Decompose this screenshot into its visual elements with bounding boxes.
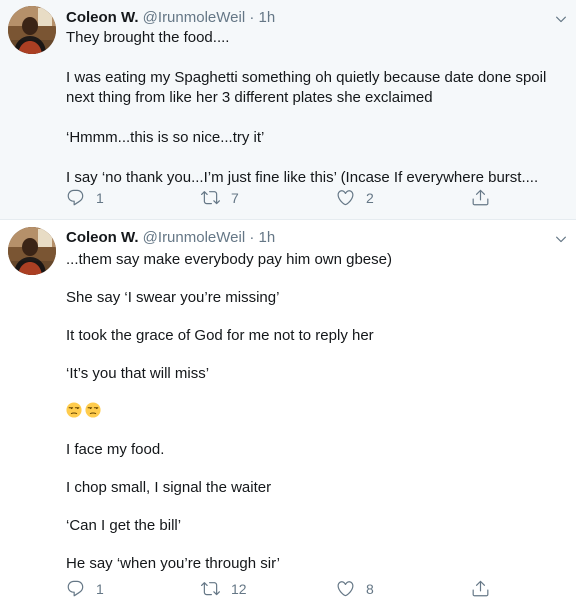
like-count: 2	[366, 189, 374, 206]
author-name[interactable]: Coleon W.	[66, 9, 139, 26]
retweet-icon	[201, 579, 220, 598]
avatar[interactable]	[8, 227, 56, 275]
avatar-image	[8, 6, 56, 54]
tweet-line: ...them say make everybody pay him own g…	[66, 251, 392, 268]
avatar-image	[8, 227, 56, 275]
separator-dot: ·	[249, 9, 255, 26]
retweet-count: 7	[231, 189, 239, 206]
like-icon	[336, 579, 355, 598]
chevron-down-icon[interactable]	[554, 232, 568, 246]
tweet-line: He say ‘when you’re through sir’	[66, 555, 280, 572]
tweet-text: They brought the food.... I was eating m…	[66, 28, 556, 188]
tweet-line: It took the grace of God for me not to r…	[66, 327, 374, 344]
retweet-icon	[201, 188, 220, 207]
timestamp[interactable]: 1h	[259, 9, 276, 26]
tweet-line: They brought the food....	[66, 29, 230, 46]
tweet-line: I was eating my Spaghetti something oh q…	[66, 69, 547, 86]
tweet-actions: 1 7 2	[66, 188, 536, 210]
tweet-line: She say ‘I swear you’re missing’	[66, 289, 280, 306]
tweet-line: ‘Hmmm...this is so nice...try it’	[66, 129, 265, 146]
avatar[interactable]	[8, 6, 56, 54]
author-name[interactable]: Coleon W.	[66, 229, 139, 246]
author-handle[interactable]: @IrunmoleWeil	[143, 229, 245, 246]
tweet[interactable]: Coleon W. @IrunmoleWeil · 1h ...them say…	[0, 220, 576, 599]
reply-count: 1	[96, 189, 104, 206]
author-handle[interactable]: @IrunmoleWeil	[143, 9, 245, 26]
unamused-face-icon	[66, 402, 82, 418]
tweet-actions: 1 12 8	[66, 579, 536, 601]
share-icon	[471, 188, 490, 207]
reply-icon	[66, 188, 85, 207]
tweet-header: Coleon W. @IrunmoleWeil · 1h	[66, 228, 275, 248]
share-icon	[471, 579, 490, 598]
tweet-header: Coleon W. @IrunmoleWeil · 1h	[66, 8, 275, 28]
reply-icon	[66, 579, 85, 598]
reply-count: 1	[96, 580, 104, 597]
like-count: 8	[366, 580, 374, 597]
emoji-line	[66, 402, 556, 422]
separator-dot: ·	[249, 229, 255, 246]
share-button[interactable]	[471, 579, 490, 598]
retweet-button[interactable]: 7	[201, 188, 239, 207]
share-button[interactable]	[471, 188, 490, 207]
tweet-line: I chop small, I signal the waiter	[66, 479, 272, 496]
timestamp[interactable]: 1h	[259, 229, 276, 246]
tweet-line: I face my food.	[66, 441, 165, 458]
like-button[interactable]: 2	[336, 188, 374, 207]
retweet-count: 12	[231, 580, 247, 597]
tweet-line: ‘Can I get the bill’	[66, 517, 182, 534]
tweet-line: ‘It’s you that will miss’	[66, 365, 210, 382]
like-icon	[336, 188, 355, 207]
tweet-line: next thing from like her 3 different pla…	[66, 89, 433, 106]
reply-button[interactable]: 1	[66, 188, 104, 207]
unamused-face-icon	[85, 402, 101, 418]
like-button[interactable]: 8	[336, 579, 374, 598]
reply-button[interactable]: 1	[66, 579, 104, 598]
retweet-button[interactable]: 12	[201, 579, 247, 598]
chevron-down-icon[interactable]	[554, 12, 568, 26]
tweet[interactable]: Coleon W. @IrunmoleWeil · 1h They brough…	[0, 0, 576, 220]
tweet-text: ...them say make everybody pay him own g…	[66, 250, 556, 574]
tweet-line: I say ‘no thank you...I’m just fine like…	[66, 169, 539, 186]
